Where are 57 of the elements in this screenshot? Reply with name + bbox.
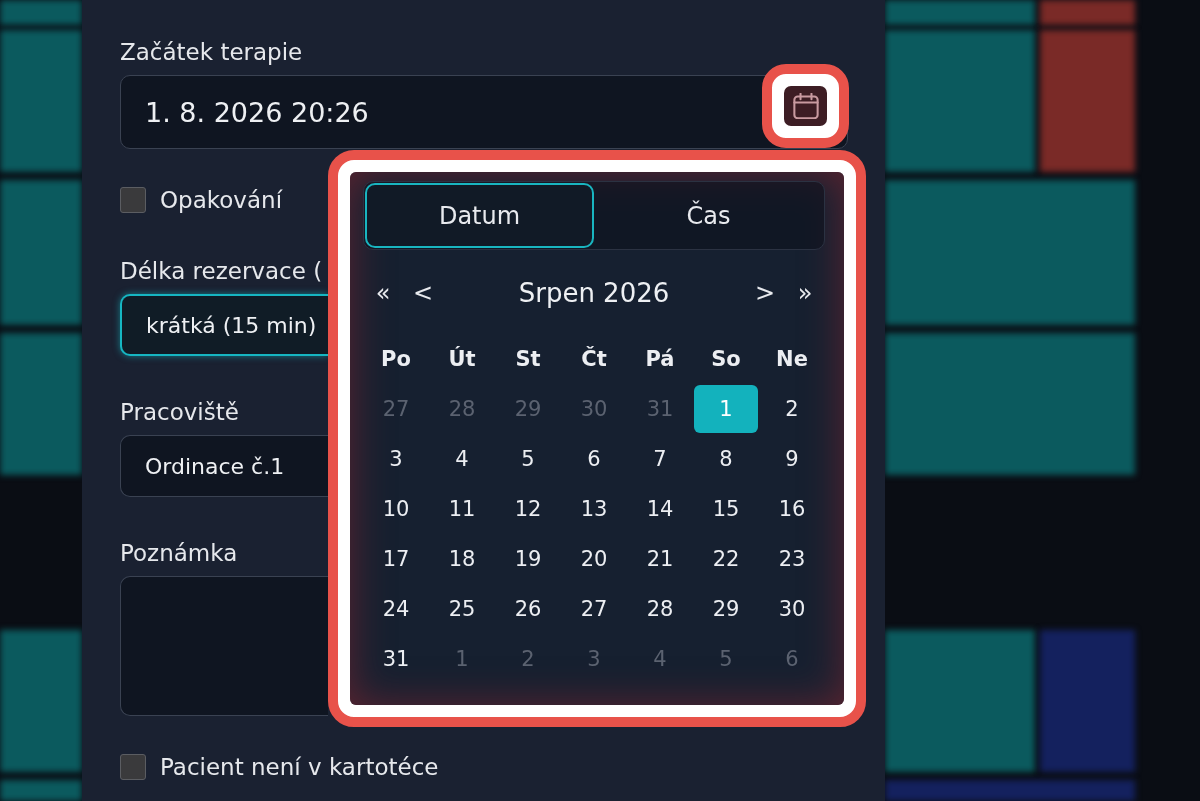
day-cell[interactable]: 25	[430, 585, 494, 633]
field-label: Pracoviště	[120, 398, 239, 426]
field-label: Délka rezervace (	[120, 257, 323, 285]
day-cell[interactable]: 18	[430, 535, 494, 583]
tab[interactable]: Čas	[594, 183, 823, 248]
day-cell[interactable]: 8	[694, 435, 758, 483]
calendar-button[interactable]	[784, 86, 827, 126]
day-cell[interactable]: 2	[760, 385, 824, 433]
day-cell[interactable]: 29	[694, 585, 758, 633]
day-cell[interactable]: 11	[430, 485, 494, 533]
day-cell[interactable]: 7	[628, 435, 692, 483]
weekday-label: Pá	[645, 347, 675, 371]
day-cell[interactable]: 28	[628, 585, 692, 633]
day-cell[interactable]: 13	[562, 485, 626, 533]
day-cell[interactable]: 15	[694, 485, 758, 533]
select-field[interactable]: Ordinace č.1	[120, 435, 328, 497]
select-field[interactable]: krátká (15 min)	[120, 294, 328, 356]
day-cell[interactable]: 10	[364, 485, 428, 533]
calendar-icon	[792, 93, 819, 119]
day-cell[interactable]: 4	[430, 435, 494, 483]
field-label: Začátek terapie	[120, 38, 303, 66]
tab[interactable]: Datum	[365, 183, 594, 248]
next-month-button[interactable]: >	[745, 273, 785, 313]
day-cell[interactable]: 19	[496, 535, 560, 583]
day-cell[interactable]: 24	[364, 585, 428, 633]
day-cell[interactable]: 26	[496, 585, 560, 633]
month-year-label: Srpen 2026	[517, 278, 671, 308]
day-cell[interactable]: 3	[364, 435, 428, 483]
day-cell[interactable]: 16	[760, 485, 824, 533]
note-textarea[interactable]	[120, 576, 328, 716]
day-cell[interactable]: 23	[760, 535, 824, 583]
day-cell[interactable]: 9	[760, 435, 824, 483]
day-cell[interactable]: 20	[562, 535, 626, 583]
checkbox-label: Opakování	[160, 187, 283, 213]
day-cell[interactable]: 22	[694, 535, 758, 583]
checkbox[interactable]	[120, 754, 146, 780]
field-label: Poznámka	[120, 539, 238, 567]
day-cell[interactable]: 31	[364, 635, 428, 683]
checkbox-label: Pacient není v kartotéce	[160, 754, 439, 780]
day-cell[interactable]: 14	[628, 485, 692, 533]
day-cell[interactable]: 5	[496, 435, 560, 483]
day-cell[interactable]: 27	[562, 585, 626, 633]
previous-month-button[interactable]: <	[403, 273, 443, 313]
weekday-label: Po	[381, 347, 411, 371]
checkbox[interactable]	[120, 187, 146, 213]
day-cell[interactable]: 17	[364, 535, 428, 583]
weekday-label: St	[515, 347, 541, 371]
day-cell[interactable]: 21	[628, 535, 692, 583]
day-cell[interactable]: 30	[760, 585, 824, 633]
weekday-label: So	[711, 347, 741, 371]
day-cell[interactable]: 6	[562, 435, 626, 483]
weekday-label: Út	[448, 347, 476, 371]
weekday-label: Čt	[581, 347, 607, 371]
next-year-button[interactable]: »	[785, 273, 825, 313]
weekday-label: Ne	[776, 347, 808, 371]
previous-year-button[interactable]: «	[363, 273, 403, 313]
day-cell[interactable]: 12	[496, 485, 560, 533]
